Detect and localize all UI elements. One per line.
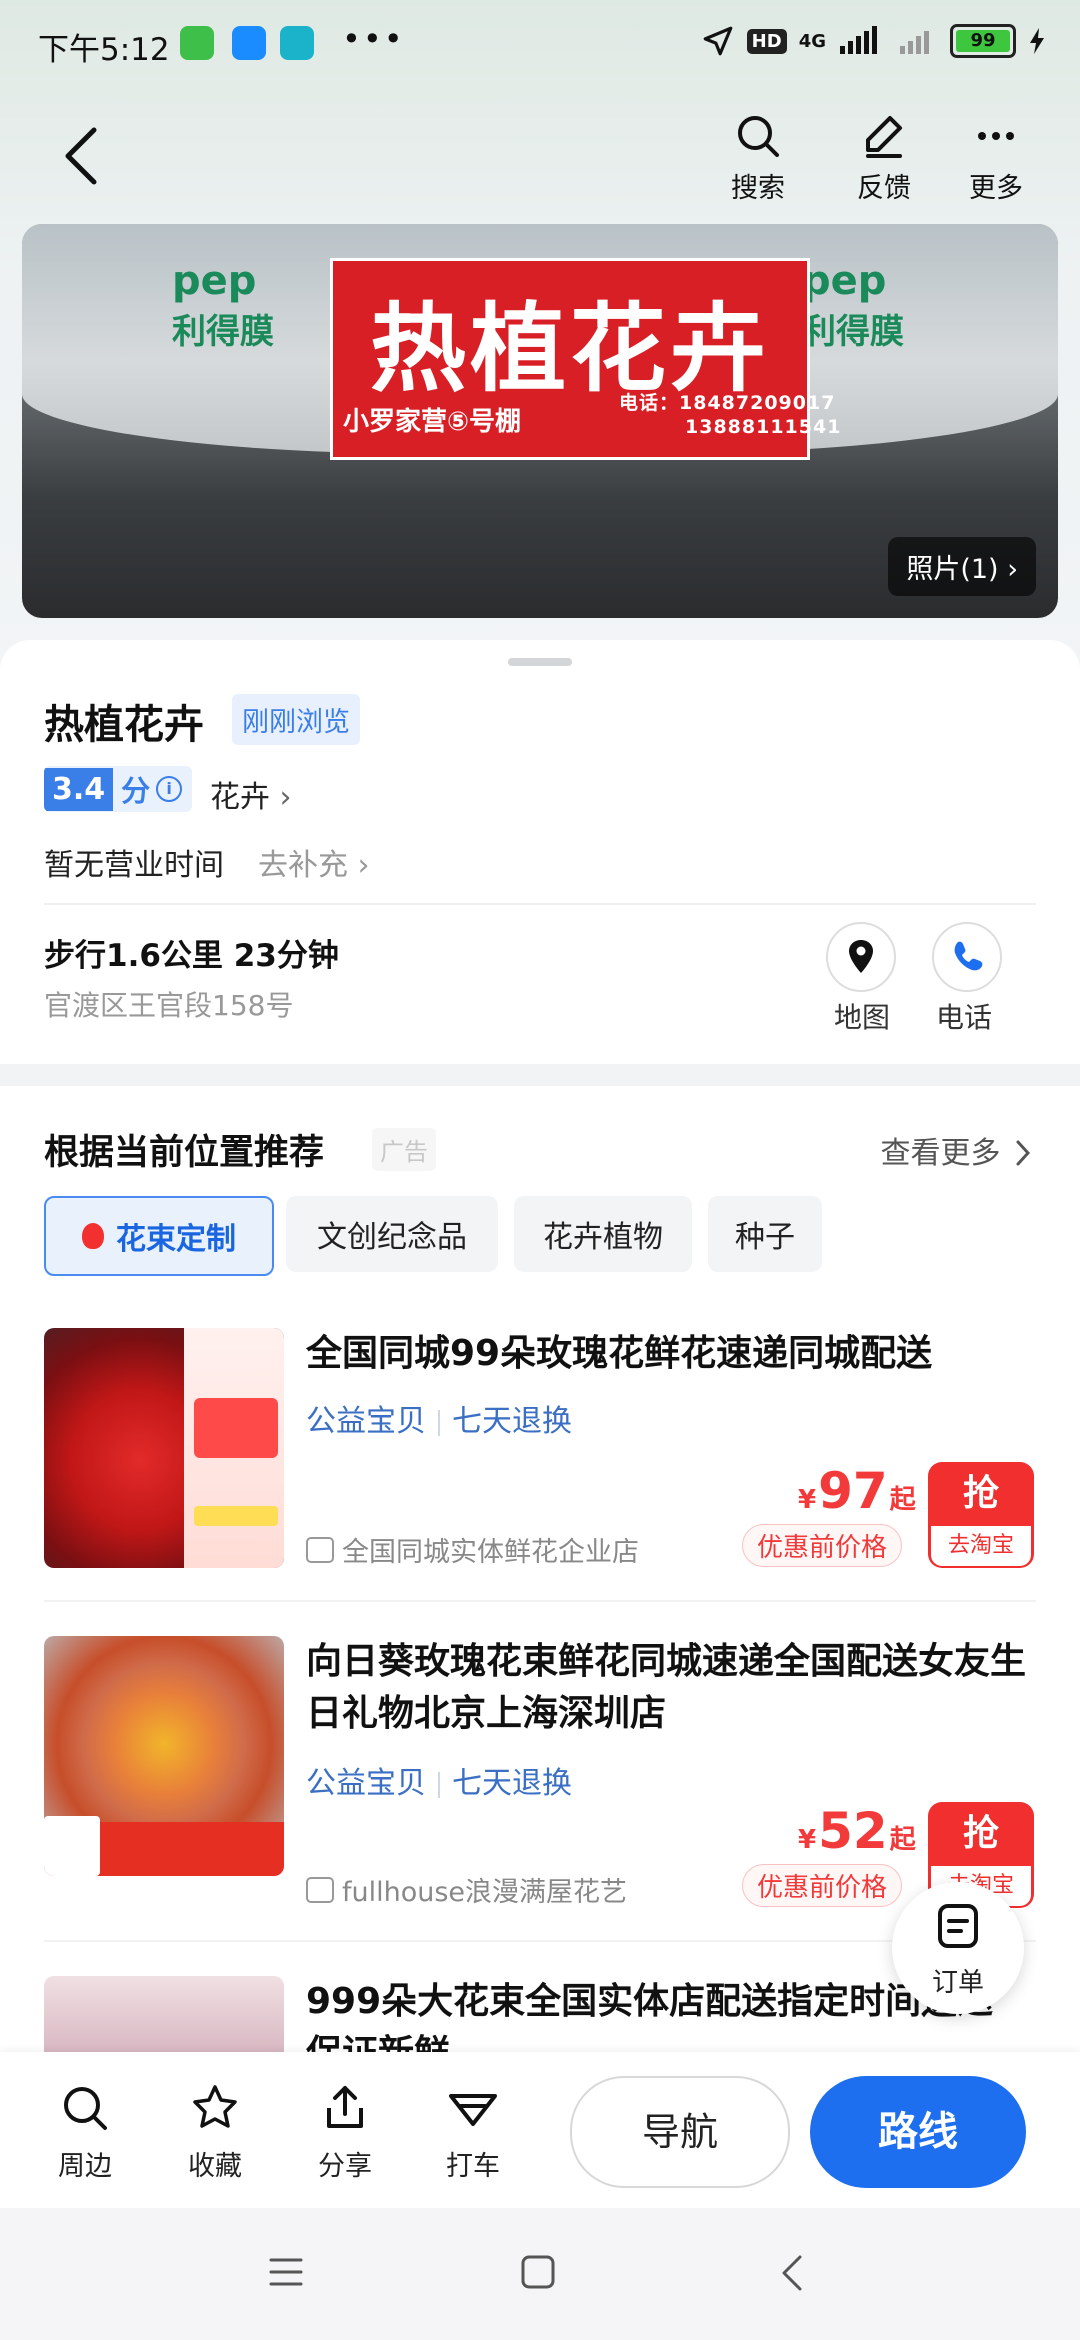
more-dots-icon bbox=[978, 132, 1014, 140]
chip-flower-plants[interactable]: 花卉植物 bbox=[514, 1196, 692, 1272]
system-indicators: HD 4G 99 bbox=[701, 24, 1046, 58]
share-icon bbox=[327, 2086, 363, 2128]
chip-souvenirs[interactable]: 文创纪念品 bbox=[286, 1196, 498, 1272]
chip-seeds[interactable]: 种子 bbox=[708, 1196, 822, 1272]
chevron-right-icon: › bbox=[357, 848, 370, 883]
divider bbox=[44, 903, 1036, 905]
system-nav-bar bbox=[0, 2208, 1080, 2340]
ad-badge: 广告 bbox=[372, 1128, 436, 1171]
location-pin-icon bbox=[849, 940, 873, 973]
order-list-icon bbox=[938, 1904, 978, 1948]
battery-icon: 99 bbox=[950, 24, 1016, 58]
product-price: ¥52起 bbox=[798, 1802, 916, 1860]
more-notifications-icon: ••• bbox=[342, 20, 405, 58]
photo-count-button[interactable]: 照片(1) › bbox=[888, 537, 1036, 596]
signal-icon bbox=[840, 26, 877, 54]
taxi-button[interactable]: 打车 bbox=[428, 2082, 518, 2183]
phone-button[interactable] bbox=[932, 922, 1002, 992]
edit-icon bbox=[866, 116, 902, 158]
add-hours-link[interactable]: 去补充 › bbox=[258, 840, 370, 884]
price-note: 优惠前价格 bbox=[742, 1864, 903, 1907]
product-price: ¥97起 bbox=[798, 1462, 916, 1520]
chevron-right-icon bbox=[1016, 1140, 1031, 1166]
more-button[interactable]: 更多 bbox=[956, 112, 1036, 205]
app-notification-icon bbox=[180, 26, 214, 60]
status-bar: 下午5:12 ••• HD 4G 99 bbox=[0, 0, 1080, 90]
business-hours: 暂无营业时间 bbox=[44, 848, 224, 883]
shop-icon bbox=[306, 1876, 334, 1903]
chevron-right-icon: › bbox=[1007, 554, 1018, 585]
sheet-drag-handle[interactable] bbox=[508, 658, 572, 666]
product-tags: 公益宝贝 七天退换 bbox=[306, 1766, 572, 1801]
route-button[interactable]: 路线 bbox=[810, 2076, 1026, 2188]
rating-score: 3.4 bbox=[44, 767, 114, 811]
favorite-button[interactable]: 收藏 bbox=[170, 2082, 260, 2183]
feedback-button[interactable]: 反馈 bbox=[844, 112, 924, 205]
product-tags: 公益宝贝 七天退换 bbox=[306, 1404, 572, 1439]
home-square-icon[interactable] bbox=[520, 2254, 556, 2290]
back-chevron-icon[interactable] bbox=[780, 2254, 804, 2292]
poi-name: 热植花卉 bbox=[44, 702, 204, 748]
more-label: 更多 bbox=[969, 173, 1023, 204]
poi-photo[interactable]: pep 利得膜 pep 利得膜 热植花卉 小罗家营⑤号棚 电话：18487209… bbox=[22, 224, 1058, 618]
rating-badge[interactable]: 3.4 分 i bbox=[44, 766, 193, 812]
hd-icon: HD bbox=[746, 28, 787, 54]
product-shop[interactable]: 全国同城实体鲜花企业店 bbox=[306, 1530, 639, 1569]
grab-button[interactable]: 抢 去淘宝 bbox=[928, 1462, 1034, 1568]
info-icon: i bbox=[156, 776, 183, 802]
see-more-link[interactable]: 查看更多 bbox=[880, 1128, 1032, 1172]
pep-logo-left: pep 利得膜 bbox=[172, 258, 274, 352]
divider bbox=[44, 1940, 1036, 1942]
recent-badge: 刚刚浏览 bbox=[232, 694, 360, 745]
order-float-button[interactable]: 订单 bbox=[892, 1882, 1024, 2014]
rating-unit: 分 bbox=[121, 774, 151, 808]
product-image[interactable] bbox=[44, 1976, 284, 2052]
order-label: 订单 bbox=[931, 1968, 984, 1998]
share-button[interactable]: 分享 bbox=[300, 2082, 390, 2183]
phone-label: 电话 bbox=[936, 1001, 993, 1034]
map-button[interactable] bbox=[826, 922, 896, 992]
recommend-title: 根据当前位置推荐 bbox=[44, 1133, 325, 1173]
shop-icon bbox=[306, 1536, 334, 1563]
divider bbox=[44, 1600, 1036, 1602]
status-time: 下午5:12 bbox=[38, 32, 170, 68]
category-link[interactable]: 花卉 › bbox=[210, 772, 292, 816]
section-separator bbox=[0, 1064, 1080, 1086]
chip-bouquet-custom[interactable]: 花束定制 bbox=[44, 1196, 274, 1276]
search-label: 搜索 bbox=[731, 173, 785, 204]
signal-2-icon bbox=[900, 31, 929, 54]
menu-icon[interactable] bbox=[268, 2256, 304, 2288]
pep-logo-right: pep 利得膜 bbox=[802, 258, 904, 352]
search-icon bbox=[738, 116, 779, 157]
product-shop[interactable]: fullhouse浪漫满屋花艺 bbox=[306, 1870, 627, 1909]
feedback-label: 反馈 bbox=[857, 173, 911, 204]
taxi-icon bbox=[449, 2094, 497, 2126]
network-type: 4G bbox=[798, 30, 826, 52]
address: 官渡区王官段158号 bbox=[44, 989, 294, 1022]
charging-icon bbox=[1030, 28, 1044, 54]
map-label: 地图 bbox=[834, 1001, 891, 1034]
price-note: 优惠前价格 bbox=[742, 1524, 903, 1567]
search-button[interactable]: 搜索 bbox=[718, 112, 798, 205]
shop-sign: 热植花卉 小罗家营⑤号棚 电话：18487209017 13888111541 bbox=[330, 258, 840, 460]
phone-icon bbox=[954, 941, 983, 971]
walking-distance: 步行1.6公里 23分钟 bbox=[44, 938, 339, 974]
product-title[interactable]: 全国同城99朵玫瑰花鲜花速递同城配送 bbox=[306, 1328, 1026, 1380]
location-arrow-icon bbox=[703, 26, 732, 56]
flame-icon bbox=[82, 1223, 104, 1249]
back-arrow-icon[interactable] bbox=[60, 126, 104, 186]
product-image[interactable] bbox=[44, 1636, 284, 1876]
send-notification-icon bbox=[280, 26, 314, 60]
chevron-right-icon: › bbox=[279, 780, 292, 815]
navigate-button[interactable]: 导航 bbox=[570, 2076, 790, 2188]
product-title[interactable]: 向日葵玫瑰花束鲜花同城速递全国配送女友生日礼物北京上海深圳店 bbox=[306, 1636, 1026, 1740]
chat-notification-icon bbox=[232, 26, 266, 60]
product-image[interactable] bbox=[44, 1328, 284, 1568]
search-icon bbox=[64, 2087, 107, 2130]
nearby-button[interactable]: 周边 bbox=[40, 2082, 130, 2183]
star-icon bbox=[193, 2085, 237, 2128]
